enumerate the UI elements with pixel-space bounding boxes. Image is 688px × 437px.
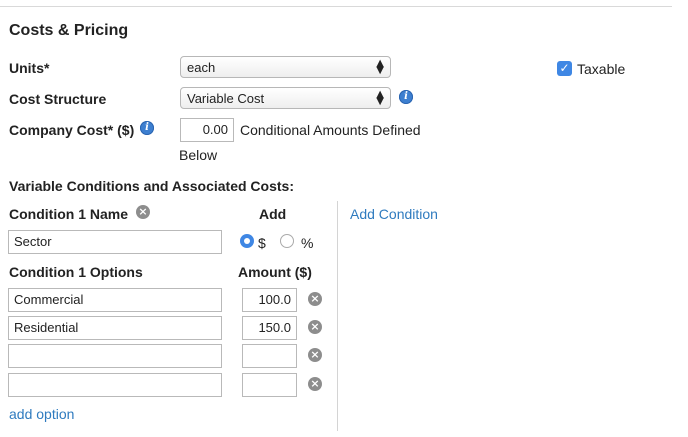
close-circle-icon[interactable]: ×: [308, 320, 322, 334]
company-cost-label: Company Cost* ($): [9, 122, 135, 138]
top-divider: [0, 6, 672, 7]
units-select-value: each: [187, 60, 216, 75]
variable-conditions-heading: Variable Conditions and Associated Costs…: [9, 178, 294, 194]
condition-options-label: Condition 1 Options: [9, 264, 143, 280]
option-name-input[interactable]: [8, 344, 222, 368]
close-circle-icon[interactable]: ×: [308, 377, 322, 391]
cost-structure-select[interactable]: Variable Cost ▲ ▼: [180, 87, 391, 109]
close-circle-icon[interactable]: ×: [308, 348, 322, 362]
option-amount-input[interactable]: 100.0: [242, 288, 297, 312]
taxable-checkbox[interactable]: ✓: [557, 61, 572, 76]
company-cost-input[interactable]: 0.00: [180, 118, 234, 142]
company-cost-note-line2: Below: [179, 147, 218, 163]
cost-structure-select-value: Variable Cost: [187, 91, 265, 106]
updown-arrows-icon: ▲ ▼: [376, 89, 384, 107]
option-amount-input[interactable]: [242, 344, 297, 368]
option-name-input[interactable]: Commercial: [8, 288, 222, 312]
amount-label: Amount ($): [238, 264, 312, 280]
condition-name-label: Condition 1 Name: [9, 206, 129, 222]
add-condition-link[interactable]: Add Condition: [350, 206, 438, 222]
option-amount-input[interactable]: [242, 373, 297, 397]
percent-radio-label: %: [301, 235, 314, 251]
units-label: Units*: [9, 60, 50, 76]
option-amount-input[interactable]: 150.0: [242, 316, 297, 340]
checkmark-icon: ✓: [559, 61, 570, 75]
condition-name-input[interactable]: Sector: [8, 230, 222, 254]
company-cost-note: Conditional Amounts Defined: [240, 122, 421, 138]
info-icon[interactable]: i: [399, 90, 413, 104]
add-option-link[interactable]: add option: [9, 406, 74, 422]
option-name-input[interactable]: Residential: [8, 316, 222, 340]
option-name-input[interactable]: [8, 373, 222, 397]
section-title: Costs & Pricing: [9, 22, 129, 39]
percent-radio[interactable]: [280, 234, 294, 248]
add-type-label: Add: [259, 206, 287, 222]
cost-structure-label: Cost Structure: [9, 91, 107, 107]
dollar-radio[interactable]: [240, 234, 254, 248]
info-icon[interactable]: i: [140, 121, 154, 135]
dollar-radio-label: $: [258, 235, 266, 251]
units-select[interactable]: each ▲ ▼: [180, 56, 391, 78]
column-divider: [337, 201, 338, 431]
close-circle-icon[interactable]: ×: [308, 292, 322, 306]
updown-arrows-icon: ▲ ▼: [376, 58, 384, 76]
close-circle-icon[interactable]: ×: [136, 205, 150, 219]
taxable-label: Taxable: [577, 61, 626, 77]
